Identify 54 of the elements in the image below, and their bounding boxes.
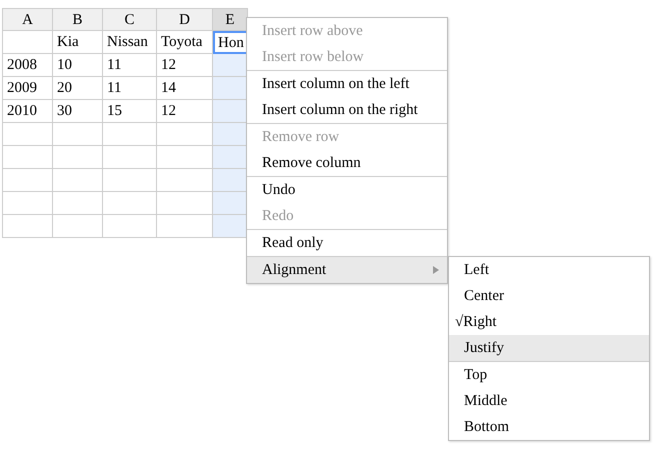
table-cell[interactable] (213, 169, 248, 192)
menu-item[interactable]: Alignment (247, 257, 447, 283)
table-cell[interactable]: Hon (213, 31, 248, 54)
table-cell[interactable] (3, 215, 53, 238)
table-cell[interactable]: 2009 (3, 77, 53, 100)
table-cell[interactable] (213, 146, 248, 169)
table-cell[interactable] (213, 54, 248, 77)
table-cell[interactable] (103, 123, 157, 146)
table-cell[interactable] (3, 31, 53, 54)
table-cell[interactable] (3, 123, 53, 146)
menu-item[interactable]: Top (449, 362, 649, 388)
table-cell[interactable]: Nissan (103, 31, 157, 54)
menu-item[interactable]: Insert column on the left (247, 71, 447, 97)
table-cell[interactable] (3, 192, 53, 215)
menu-item[interactable]: Undo (247, 177, 447, 203)
menu-item[interactable]: Read only (247, 230, 447, 256)
table-cell[interactable] (3, 146, 53, 169)
menu-item[interactable]: Remove column (247, 150, 447, 176)
table-cell[interactable]: 2010 (3, 100, 53, 123)
table-cell[interactable]: 10 (53, 54, 103, 77)
table-cell[interactable] (53, 146, 103, 169)
menu-item[interactable]: √Right (449, 309, 649, 335)
table-cell[interactable] (3, 169, 53, 192)
table-cell[interactable] (53, 123, 103, 146)
table-cell[interactable] (53, 169, 103, 192)
table-cell[interactable]: 2008 (3, 54, 53, 77)
column-header[interactable]: E (213, 8, 248, 31)
column-header[interactable]: D (157, 8, 213, 31)
table-cell[interactable] (103, 192, 157, 215)
table-cell[interactable] (103, 146, 157, 169)
table-cell[interactable]: Kia (53, 31, 103, 54)
menu-item[interactable]: Insert column on the right (247, 97, 447, 123)
table-cell[interactable] (53, 192, 103, 215)
table-cell[interactable] (103, 169, 157, 192)
table-cell[interactable] (213, 192, 248, 215)
table-cell[interactable] (213, 215, 248, 238)
table-cell[interactable] (213, 100, 248, 123)
table-cell[interactable]: 15 (103, 100, 157, 123)
column-header[interactable]: C (103, 8, 157, 31)
table-cell[interactable] (53, 215, 103, 238)
table-cell[interactable]: 30 (53, 100, 103, 123)
table-cell[interactable]: 11 (103, 77, 157, 100)
menu-item[interactable]: Middle (449, 388, 649, 414)
column-header[interactable]: B (53, 8, 103, 31)
menu-item[interactable]: Left (449, 257, 649, 283)
menu-item[interactable]: Center (449, 283, 649, 309)
table-cell[interactable] (213, 123, 248, 146)
table-cell[interactable]: 20 (53, 77, 103, 100)
table-cell[interactable] (103, 215, 157, 238)
menu-item[interactable]: Bottom (449, 414, 649, 440)
column-header[interactable]: A (3, 8, 53, 31)
table-cell[interactable]: 11 (103, 54, 157, 77)
menu-item[interactable]: Justify (449, 335, 649, 361)
table-cell[interactable] (213, 77, 248, 100)
